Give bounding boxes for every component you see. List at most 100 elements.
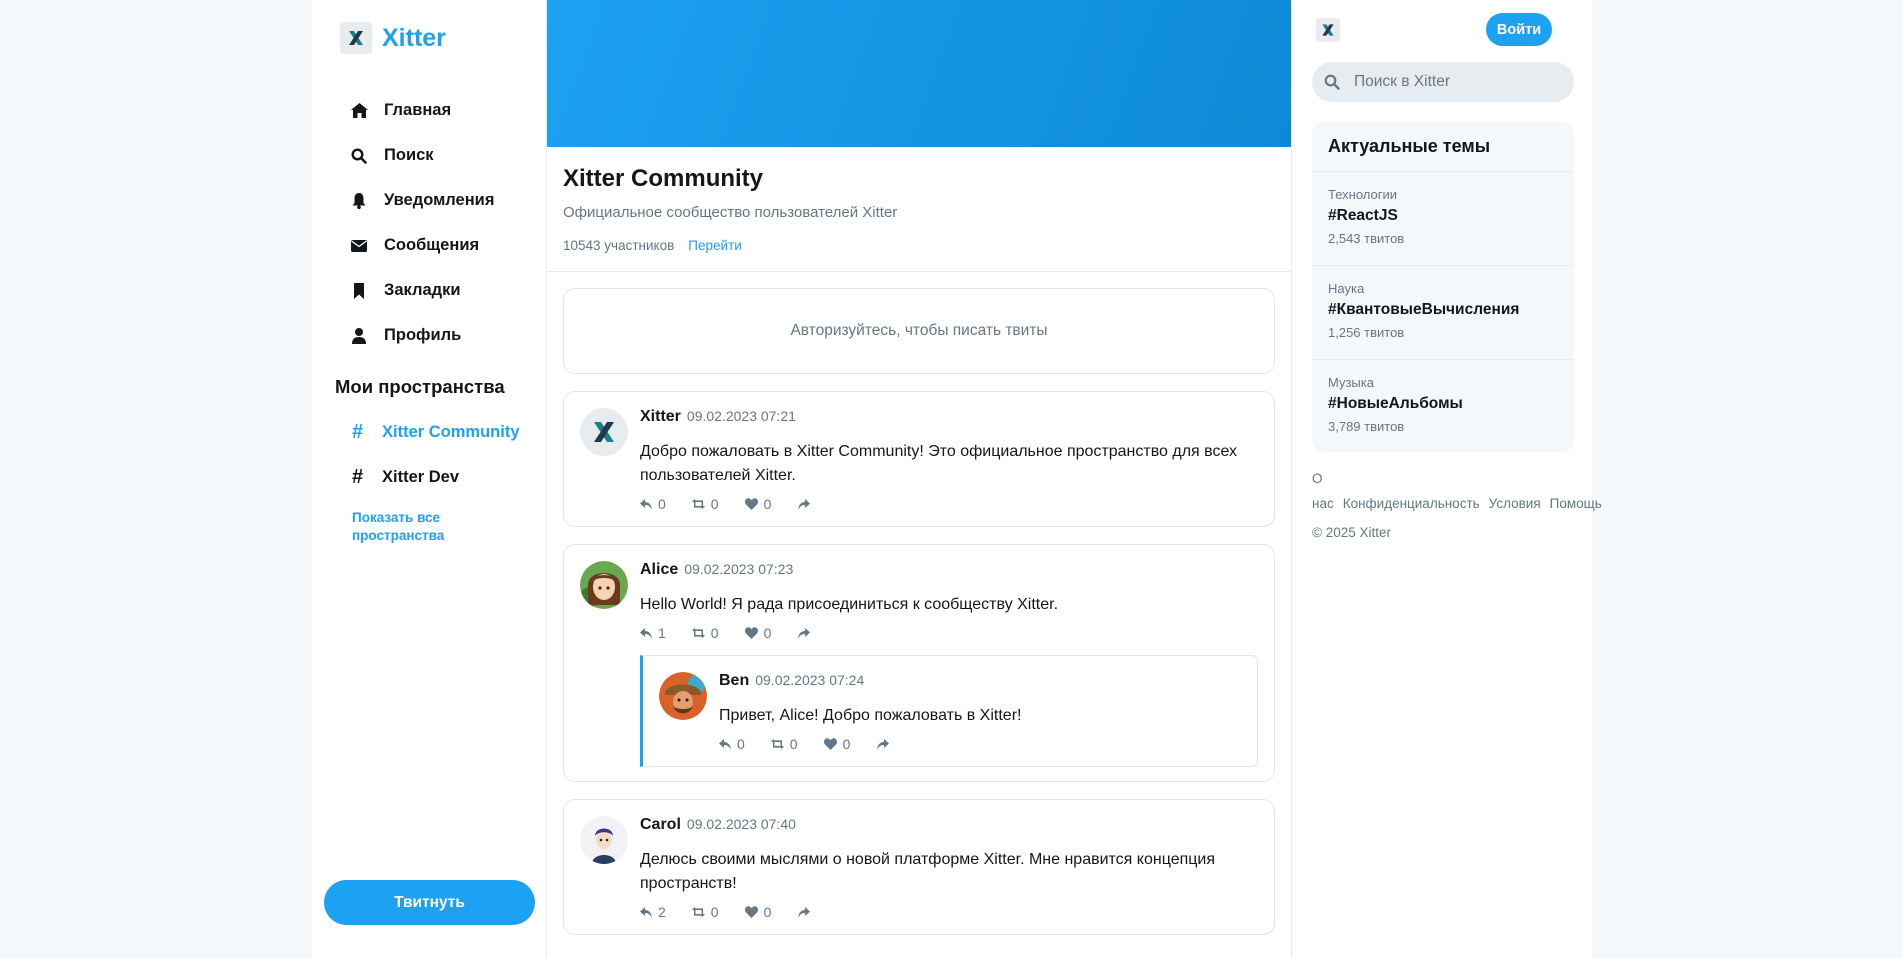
- envelope-icon: [350, 237, 368, 255]
- nav-item-home[interactable]: Главная: [350, 88, 494, 133]
- tweet-actions: 0 0 0: [640, 496, 1258, 512]
- reply-card[interactable]: Ben 09.02.2023 07:24 Привет, Alice! Добр…: [640, 655, 1258, 767]
- space-item-xitter-community[interactable]: # Xitter Community: [352, 410, 520, 455]
- author-name[interactable]: Carol: [640, 816, 681, 834]
- show-all-spaces-link[interactable]: Показать все пространства: [352, 509, 462, 545]
- tweet-card[interactable]: Alice 09.02.2023 07:23 Hello World! Я ра…: [563, 544, 1275, 782]
- space-item-label: Xitter Dev: [382, 468, 460, 486]
- like-button[interactable]: 0: [823, 736, 850, 752]
- share-button[interactable]: [797, 627, 816, 639]
- author-name[interactable]: Ben: [719, 672, 749, 690]
- heart-icon: [744, 627, 758, 639]
- community-meta: 10543 участников Перейти: [563, 238, 1275, 253]
- retweet-button[interactable]: 0: [691, 625, 719, 641]
- tweet-button[interactable]: Твитнуть: [324, 880, 535, 925]
- login-button[interactable]: Войти: [1486, 13, 1552, 46]
- tweet-text: Добро пожаловать в Xitter Community! Это…: [640, 443, 1238, 484]
- share-button[interactable]: [797, 498, 816, 510]
- reply-button[interactable]: 0: [719, 736, 745, 752]
- retweet-button[interactable]: 0: [691, 904, 719, 920]
- reply-count: 0: [737, 736, 745, 752]
- nav-item-messages[interactable]: Сообщения: [350, 223, 494, 268]
- xitter-logo-icon: [340, 22, 372, 54]
- retweet-button[interactable]: 0: [691, 496, 719, 512]
- nav-item-profile[interactable]: Профиль: [350, 313, 494, 358]
- like-count: 0: [763, 496, 772, 512]
- like-button[interactable]: 0: [744, 625, 772, 641]
- share-icon: [798, 627, 811, 639]
- tweet-time: 09.02.2023 07:24: [755, 672, 865, 688]
- heart-icon: [744, 906, 758, 918]
- footer-link-privacy[interactable]: Конфиденциальность: [1343, 496, 1480, 511]
- tweet-card[interactable]: Xitter 09.02.2023 07:21 Добро пожаловать…: [563, 391, 1275, 527]
- retweet-button[interactable]: 0: [770, 736, 798, 752]
- like-count: 0: [763, 625, 772, 641]
- community-banner: [547, 0, 1291, 147]
- reply-count: 2: [658, 904, 666, 920]
- home-icon: [350, 102, 368, 120]
- trend-count: 2,543 твитов: [1328, 231, 1405, 246]
- trend-tag: #ReactJS: [1328, 207, 1398, 224]
- retweet-icon: [691, 499, 705, 509]
- main-nav: Главная Поиск Уведомления Сообщения Закл…: [350, 88, 494, 358]
- tweet-card[interactable]: Carol 09.02.2023 07:40 Делюсь своими мыс…: [563, 799, 1275, 935]
- footer-link-terms[interactable]: Условия: [1489, 496, 1541, 511]
- nav-item-label: Сообщения: [384, 236, 480, 254]
- reply-button[interactable]: 1: [640, 625, 666, 641]
- user-icon: [350, 327, 368, 345]
- left-sidebar: Xitter Главная Поиск Уведомления Сообщен…: [312, 0, 547, 958]
- main-feed: Xitter Community Официальное сообщество …: [547, 0, 1292, 958]
- retweet-count: 0: [789, 736, 798, 752]
- copyright: © 2025 Xitter: [1312, 525, 1391, 540]
- search-box[interactable]: [1312, 62, 1574, 102]
- brand[interactable]: Xitter: [340, 22, 446, 54]
- trend-item[interactable]: Наука #КвантовыеВычисления 1,256 твитов: [1312, 266, 1574, 360]
- heart-icon: [823, 738, 837, 750]
- nav-item-label: Профиль: [384, 326, 462, 344]
- like-button[interactable]: 0: [744, 496, 772, 512]
- trend-item[interactable]: Технологии #ReactJS 2,543 твитов: [1312, 172, 1574, 266]
- tweet-text: Hello World! Я рада присоединиться к соо…: [640, 596, 1059, 613]
- right-sidebar: Войти Актуальные темы Технологии #ReactJ…: [1292, 0, 1602, 958]
- reply-icon: [640, 627, 652, 639]
- reply-count: 1: [658, 625, 666, 641]
- trends-panel: Актуальные темы Технологии #ReactJS 2,54…: [1312, 122, 1574, 452]
- author-name[interactable]: Xitter: [640, 408, 681, 426]
- reply-icon: [719, 738, 731, 750]
- xitter-logo-icon[interactable]: [1316, 18, 1340, 42]
- tweet-time: 09.02.2023 07:23: [684, 561, 794, 577]
- avatar[interactable]: [659, 672, 707, 720]
- nav-item-bookmarks[interactable]: Закладки: [350, 268, 494, 313]
- avatar[interactable]: [580, 561, 628, 609]
- tweet-feed: Авторизуйтесь, чтобы писать твиты Xitter…: [547, 272, 1291, 951]
- avatar[interactable]: [580, 816, 628, 864]
- reply-button[interactable]: 0: [640, 496, 666, 512]
- like-button[interactable]: 0: [744, 904, 771, 920]
- go-link[interactable]: Перейти: [688, 238, 742, 253]
- tweet-actions: 2 0 0: [640, 904, 1258, 920]
- footer-link-about[interactable]: О нас: [1312, 471, 1334, 511]
- share-button[interactable]: [876, 738, 895, 750]
- spaces-title: Мои пространства: [335, 376, 505, 397]
- reply-button[interactable]: 2: [640, 904, 666, 920]
- tweet-text: Привет, Alice! Добро пожаловать в Xitter…: [719, 707, 1022, 724]
- avatar[interactable]: [580, 408, 628, 456]
- space-item-label: Xitter Community: [382, 423, 520, 441]
- tweet-text: Делюсь своими мыслями о новой платформе …: [640, 851, 1216, 892]
- retweet-count: 0: [710, 625, 719, 641]
- author-name[interactable]: Alice: [640, 561, 678, 579]
- space-item-xitter-dev[interactable]: # Xitter Dev: [352, 455, 520, 500]
- heart-icon: [744, 498, 758, 510]
- trend-item[interactable]: Музыка #НовыеАльбомы 3,789 твитов: [1312, 360, 1574, 452]
- nav-item-search[interactable]: Поиск: [350, 133, 494, 178]
- search-input[interactable]: [1354, 73, 1554, 91]
- footer-link-help[interactable]: Помощь: [1550, 496, 1602, 511]
- trend-category: Музыка: [1328, 375, 1374, 390]
- search-icon: [350, 147, 368, 165]
- trends-title: Актуальные темы: [1312, 122, 1574, 172]
- nav-item-label: Уведомления: [384, 191, 495, 209]
- share-button[interactable]: [797, 906, 816, 918]
- nav-item-notifications[interactable]: Уведомления: [350, 178, 494, 223]
- retweet-icon: [691, 628, 705, 638]
- share-icon: [798, 906, 811, 918]
